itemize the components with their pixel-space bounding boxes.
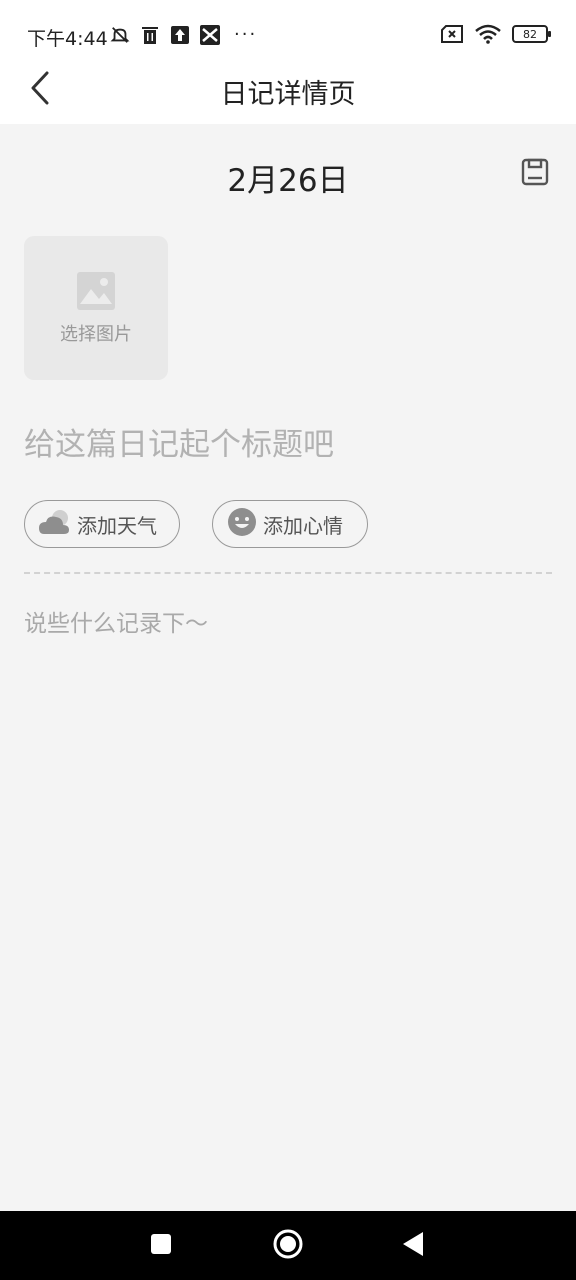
cloud-icon	[39, 508, 71, 541]
save-icon	[521, 158, 549, 190]
system-nav-bar	[0, 1211, 576, 1280]
wifi-icon	[474, 24, 502, 44]
status-time: 下午4:44	[27, 28, 108, 50]
mute-bell-icon	[110, 25, 130, 45]
home-icon	[272, 1228, 304, 1264]
recent-apps-icon	[149, 1232, 173, 1260]
status-notification-icons: ···	[110, 24, 257, 45]
add-mood-label: 添加心情	[263, 513, 343, 538]
back-triangle-icon	[401, 1231, 425, 1261]
save-button[interactable]	[518, 157, 552, 191]
image-picker-label: 选择图片	[60, 324, 132, 345]
trash-icon	[140, 25, 160, 45]
add-weather-label: 添加天气	[77, 513, 157, 538]
no-sim-icon	[440, 24, 464, 44]
diary-title-input[interactable]	[24, 420, 552, 470]
app-bar: 日记详情页	[0, 60, 576, 124]
nav-back-button[interactable]	[392, 1225, 434, 1267]
diary-body-input[interactable]	[24, 604, 552, 1144]
battery-level: 82	[523, 27, 537, 41]
smiley-icon	[227, 507, 257, 542]
page-title: 日记详情页	[220, 79, 356, 110]
add-weather-button[interactable]: 添加天气	[24, 500, 180, 548]
dashed-divider	[24, 572, 552, 574]
image-picker[interactable]: 选择图片	[24, 236, 168, 380]
upload-icon	[170, 25, 190, 45]
add-mood-button[interactable]: 添加心情	[212, 500, 368, 548]
image-placeholder-icon	[77, 272, 115, 310]
home-button[interactable]	[267, 1225, 309, 1267]
battery-icon: 82	[512, 25, 551, 43]
diary-date: 2月26日	[227, 163, 349, 199]
status-system-icons: 82	[440, 24, 551, 44]
status-bar: 下午4:44 ··· 82	[0, 0, 576, 60]
app-icon	[200, 24, 220, 45]
more-notifications: ···	[234, 24, 258, 45]
recent-apps-button[interactable]	[140, 1225, 182, 1267]
